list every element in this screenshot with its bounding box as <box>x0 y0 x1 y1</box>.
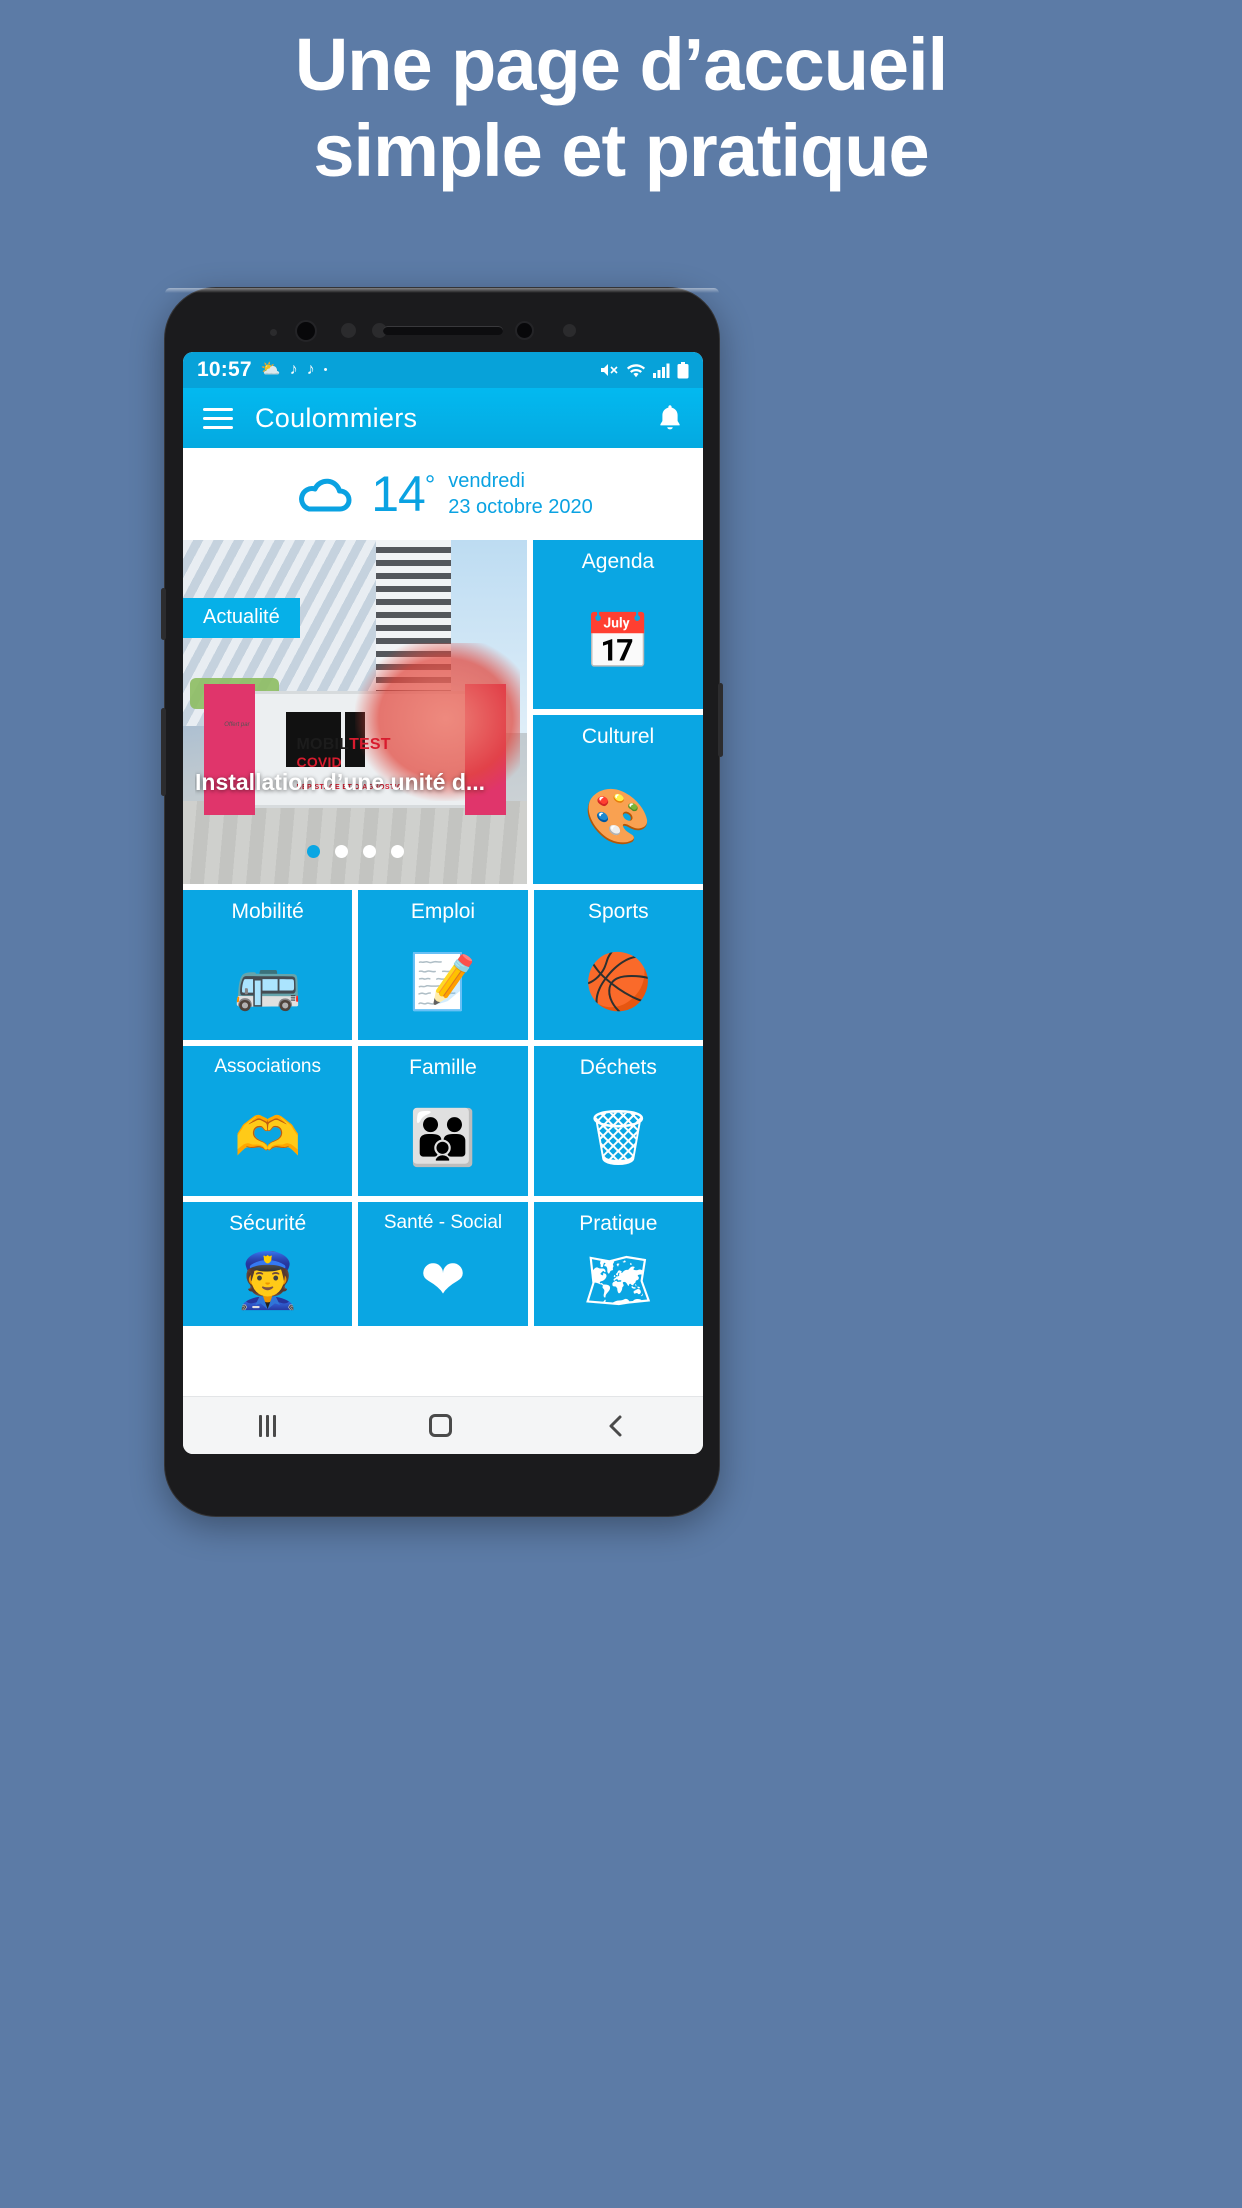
weather-date: 23 octobre 2020 <box>448 496 593 518</box>
tile-sports[interactable]: Sports 🏀 <box>533 890 703 1040</box>
carousel-dot[interactable] <box>334 845 348 858</box>
promo-headline: Une page d’accueil simple et pratique <box>0 22 1242 194</box>
tile-label: Associations <box>214 1056 321 1077</box>
sensor-dot <box>270 329 277 336</box>
system-nav-bar <box>183 1396 703 1454</box>
app-bar: Coulommiers <box>183 388 703 448</box>
back-icon[interactable] <box>605 1413 627 1439</box>
status-bar-right <box>600 361 689 379</box>
banner-title-main: MOBIL <box>296 736 350 754</box>
weather-widget[interactable]: 14° vendredi 23 octobre 2020 <box>183 448 703 540</box>
temperature-value: 14 <box>371 466 426 522</box>
phone-sensor-bar <box>165 310 721 350</box>
basketball-icon: 🏀 <box>584 952 652 1012</box>
home-icon[interactable] <box>428 1414 452 1437</box>
music-note-icon: ♪ <box>289 361 298 378</box>
promo-page: Une page d’accueil simple et pratique 10… <box>0 0 1242 2208</box>
cv-document-icon: 📝 <box>409 952 477 1012</box>
cloud-icon <box>293 472 357 516</box>
calendar-icon: 📅 <box>584 611 652 672</box>
status-bar: 10:57 ⛅ ♪ ♪ • <box>183 352 703 388</box>
sensor-dot <box>341 323 356 338</box>
tile-row-2: Associations 🫶 Famille 👪 Déchets 🗑 <box>183 1046 703 1202</box>
trash-bin-icon: 🗑 <box>584 1108 653 1168</box>
phone-mockup: 10:57 ⛅ ♪ ♪ • Coulommiers 14° vendredi 2… <box>161 287 723 1517</box>
tile-emploi[interactable]: Emploi 📝 <box>358 890 528 1040</box>
carousel-dot[interactable] <box>390 845 404 858</box>
status-time: 10:57 <box>197 358 252 381</box>
front-camera <box>295 320 317 342</box>
hands-heart-icon: 🫶 <box>234 1107 302 1167</box>
wifi-icon <box>626 363 646 378</box>
news-headline: Installation d’une unité d... <box>195 769 486 795</box>
side-tiles-column: Agenda 📅 Culturel 🎨 <box>533 540 703 884</box>
tile-label: Mobilité <box>231 900 304 923</box>
tile-sante-social[interactable]: Santé - Social ❤ <box>358 1202 528 1326</box>
volume-down-button[interactable] <box>161 708 166 796</box>
earpiece-speaker <box>383 326 503 335</box>
bell-icon[interactable] <box>657 403 683 433</box>
dot-icon: • <box>323 363 328 376</box>
power-button[interactable] <box>718 683 723 757</box>
degree-symbol: ° <box>424 469 435 500</box>
tile-row-1: Mobilité 🚌 Emploi 📝 Sports 🏀 <box>183 890 703 1046</box>
tile-associations[interactable]: Associations 🫶 <box>183 1046 353 1196</box>
tile-famille[interactable]: Famille 👪 <box>358 1046 528 1196</box>
carousel-dot[interactable] <box>362 845 376 858</box>
heart-pulse-icon: ❤ <box>420 1250 466 1310</box>
tile-mobilite[interactable]: Mobilité 🚌 <box>183 890 353 1040</box>
weather-icon: ⛅ <box>260 361 281 378</box>
battery-icon <box>677 361 689 379</box>
status-bar-left: 10:57 ⛅ ♪ ♪ • <box>197 358 328 382</box>
tile-label: Sports <box>587 900 649 923</box>
tile-pratique[interactable]: Pratique 🗺 <box>533 1202 703 1326</box>
banner-credit: Offert par <box>224 722 250 729</box>
weather-date-block: vendredi 23 octobre 2020 <box>448 468 593 520</box>
tile-label: Sécurité <box>229 1212 307 1235</box>
banner-title-bold: TEST <box>349 736 391 754</box>
tile-label: Agenda <box>581 550 655 573</box>
tile-label: Famille <box>409 1056 477 1079</box>
volume-up-button[interactable] <box>161 588 166 640</box>
tile-label: Pratique <box>579 1212 658 1235</box>
tile-row-3: Sécurité 👮 Santé - Social ❤ Pratique 🗺 <box>183 1202 703 1332</box>
tile-culturel[interactable]: Culturel 🎨 <box>533 715 703 884</box>
tile-securite[interactable]: Sécurité 👮 <box>183 1202 353 1326</box>
banner-subtitle: COVID <box>296 754 342 771</box>
tile-label: Déchets <box>579 1056 657 1079</box>
map-pin-icon: 🗺 <box>584 1251 653 1311</box>
promo-line-1: Une page d’accueil <box>294 23 948 106</box>
home-content: Offert par MOBILTEST COVID DÉPISTAGE ET … <box>183 540 703 1332</box>
weather-day: vendredi <box>448 470 525 492</box>
weather-temperature: 14° <box>371 466 435 522</box>
music-note-icon: ♪ <box>306 361 315 378</box>
news-card[interactable]: Offert par MOBILTEST COVID DÉPISTAGE ET … <box>183 540 527 884</box>
tile-dechets[interactable]: Déchets 🗑 <box>533 1046 703 1196</box>
app-title: Coulommiers <box>255 402 418 433</box>
tile-agenda[interactable]: Agenda 📅 <box>533 540 703 709</box>
tile-label: Emploi <box>410 900 476 923</box>
tile-label: Culturel <box>581 725 655 748</box>
police-officer-icon: 👮 <box>234 1251 302 1311</box>
signal-icon <box>653 363 670 378</box>
phone-screen: 10:57 ⛅ ♪ ♪ • Coulommiers 14° vendredi 2… <box>183 352 703 1454</box>
bus-icon: 🚌 <box>234 952 302 1012</box>
news-and-side-row: Offert par MOBILTEST COVID DÉPISTAGE ET … <box>183 540 703 890</box>
recents-icon[interactable] <box>259 1414 277 1437</box>
carousel-dots[interactable] <box>183 845 527 858</box>
tile-label: Santé - Social <box>383 1212 503 1233</box>
carousel-dot-active[interactable] <box>306 845 320 858</box>
family-icon: 👪 <box>409 1108 477 1168</box>
news-badge: Actualité <box>183 598 300 638</box>
promo-line-2: simple et pratique <box>313 109 929 192</box>
banner-title: MOBILTEST COVID <box>297 736 391 770</box>
mute-icon <box>600 362 619 378</box>
iris-scanner <box>515 321 534 340</box>
hamburger-icon[interactable] <box>203 407 233 429</box>
palette-icon: 🎨 <box>584 786 652 847</box>
sensor-dot <box>563 324 576 337</box>
